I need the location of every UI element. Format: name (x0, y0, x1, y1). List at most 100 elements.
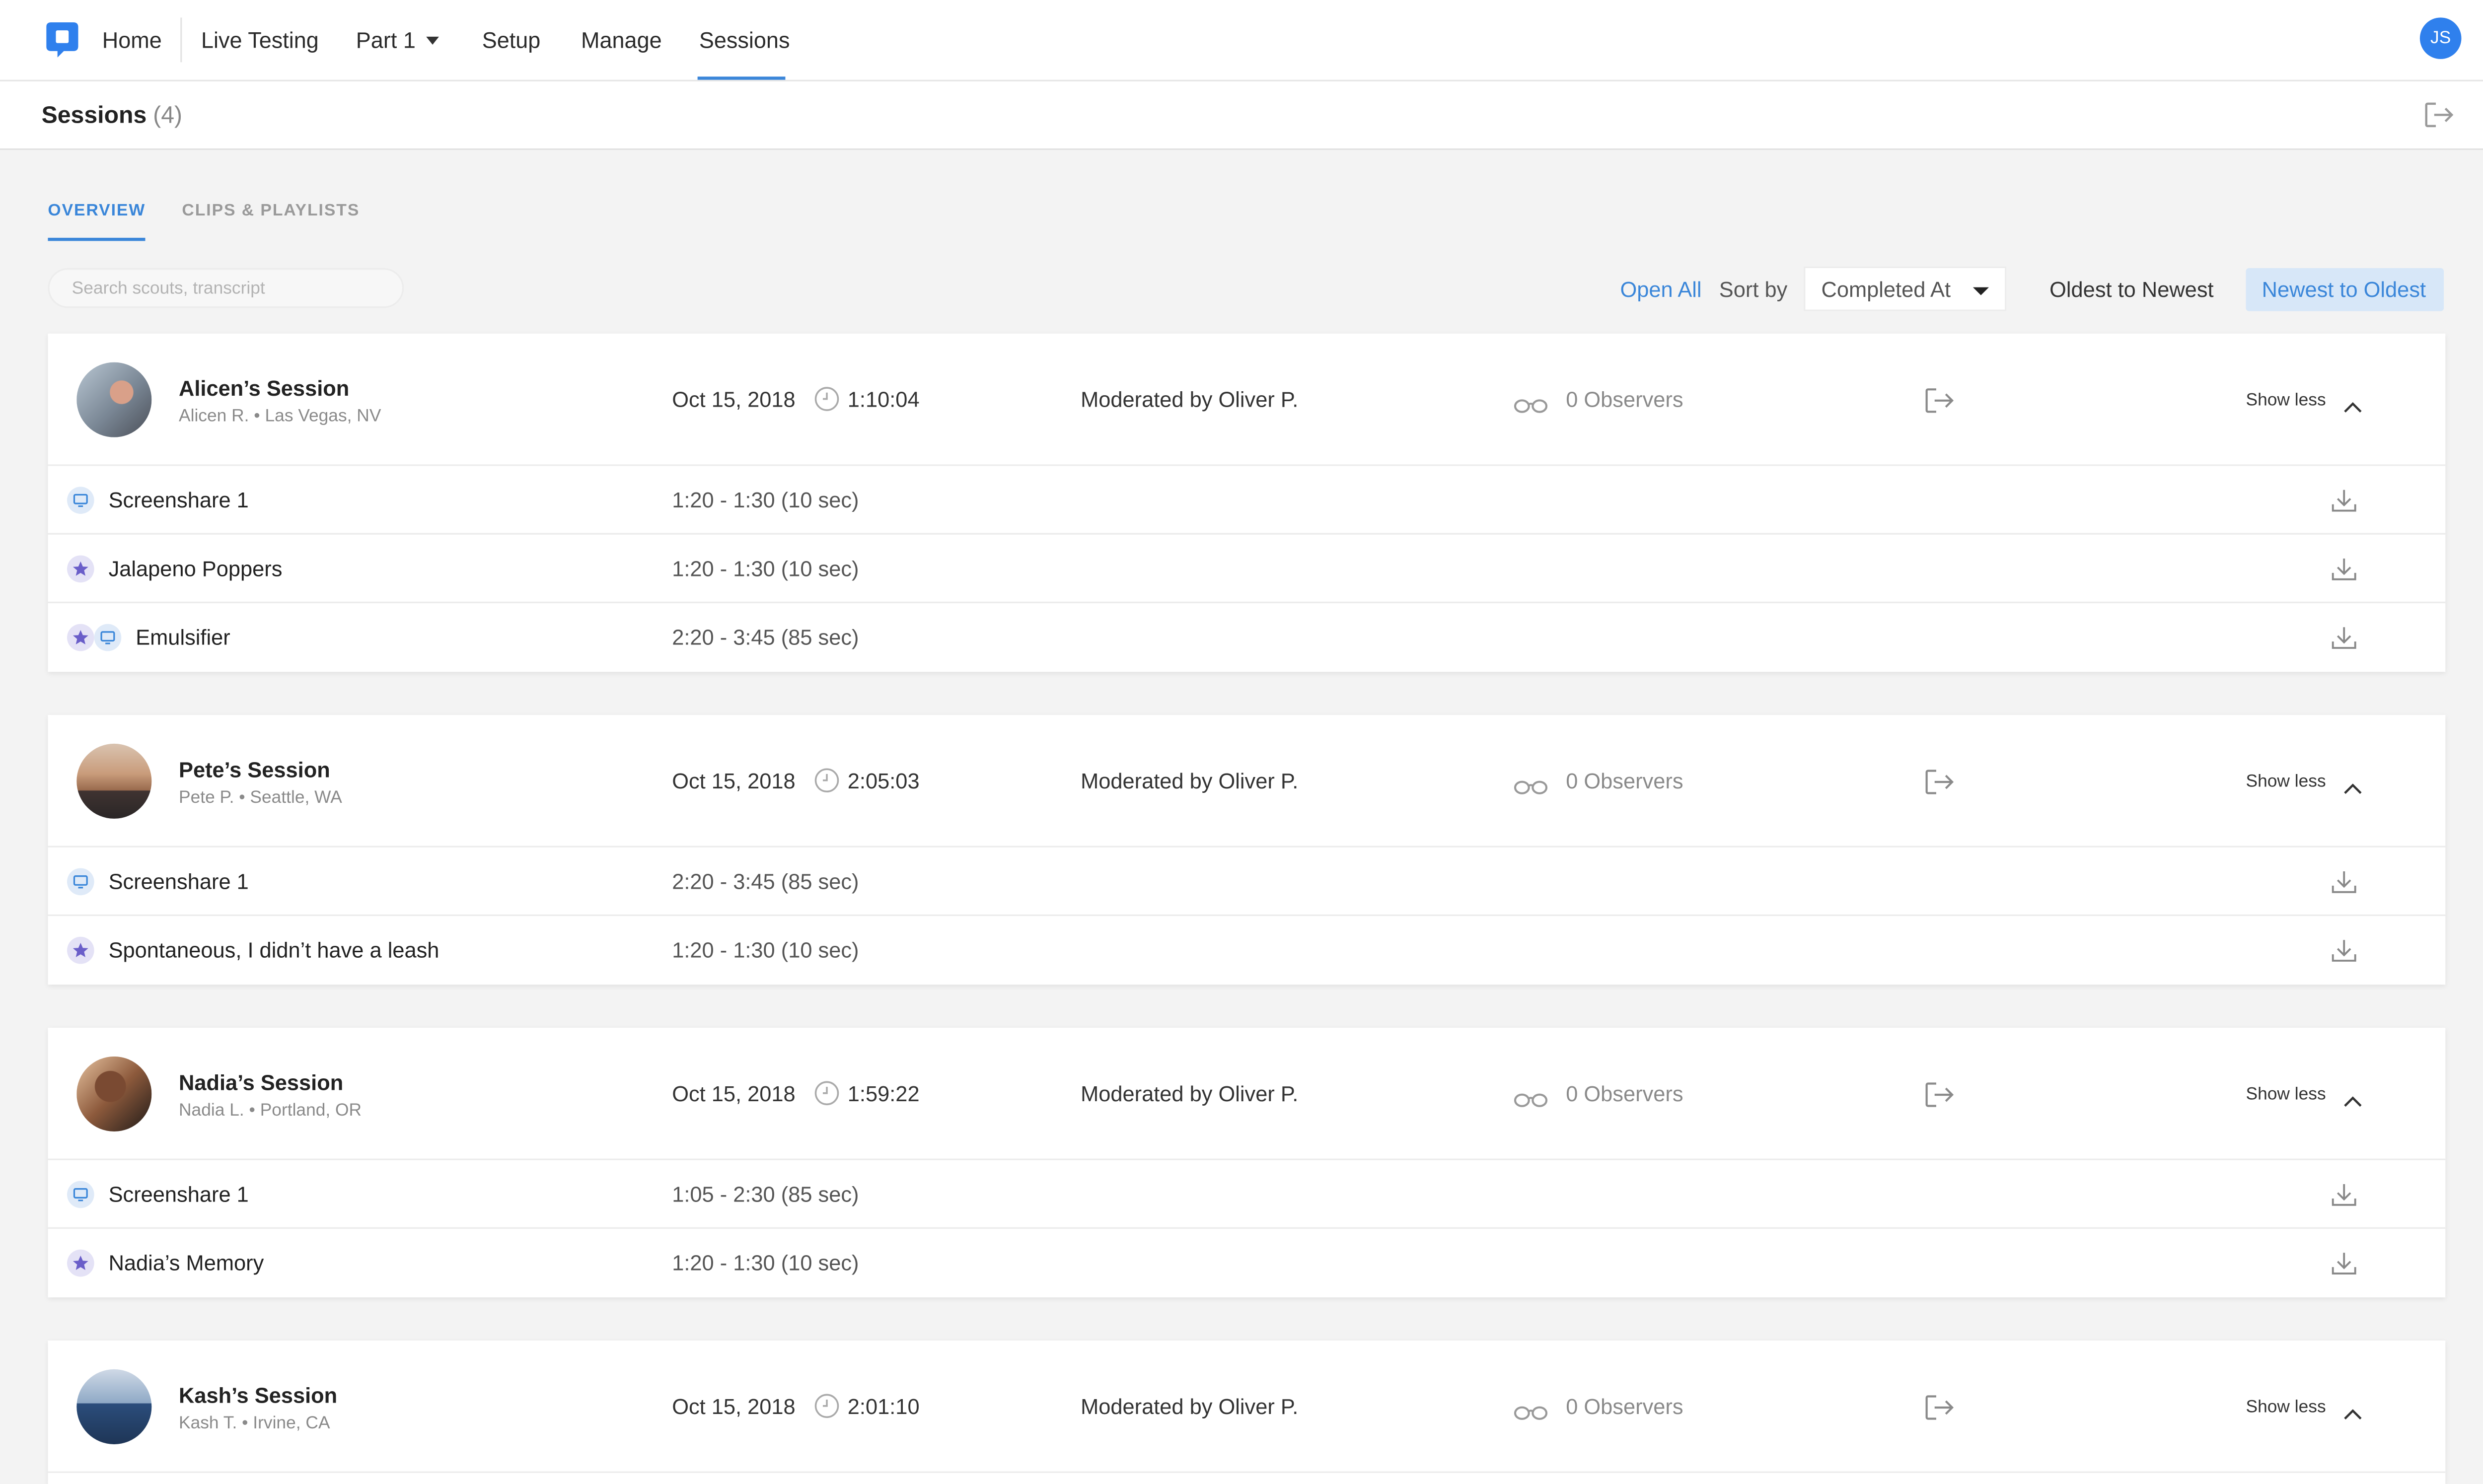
open-session-icon[interactable] (1923, 386, 1955, 423)
clip-name[interactable]: Emulsifier (136, 626, 230, 649)
session-avatar (76, 743, 152, 819)
clip-range: 1:05 - 2:30 (85 sec) (672, 1182, 859, 1207)
session-header[interactable]: Alicen’s Session Alicen R. • Las Vegas, N… (48, 334, 2446, 466)
session-header[interactable]: Pete’s Session Pete P. • Seattle, WA Oct 1… (48, 715, 2446, 848)
sort-select[interactable]: Completed At (1804, 266, 2007, 311)
session-avatar (76, 1369, 152, 1444)
star-icon (67, 555, 94, 583)
open-session-icon[interactable] (1923, 1393, 1955, 1430)
clip-range: 2:20 - 3:45 (85 sec) (672, 626, 859, 650)
session-name[interactable]: Alicen’s Session (179, 377, 349, 401)
session-participant: Pete P. • Seattle, WA (179, 788, 342, 808)
session-name[interactable]: Pete’s Session (179, 758, 330, 782)
newest-to-oldest-button[interactable]: Newest to Oldest (2246, 268, 2444, 311)
chevron-up-icon[interactable] (2343, 1400, 2363, 1428)
nav-part-label: Part 1 (356, 27, 416, 53)
tab-overview[interactable]: OVERVIEW (48, 201, 146, 220)
open-session-icon[interactable] (1923, 768, 1955, 804)
session-moderator: Moderated by Oliver P. (1081, 388, 1299, 412)
clip-row[interactable]: Jalapeno Poppers 1:20 - 1:30 (10 sec) (48, 535, 2446, 604)
tab-active-indicator (48, 237, 146, 241)
clip-row[interactable]: Screenshare 1 1:05 - 2:30 (85 sec) (48, 1160, 2446, 1229)
session-observers: 0 Observers (1566, 388, 1683, 412)
nav-manage[interactable]: Manage (581, 27, 662, 53)
clip-row[interactable]: Screenshare 1 2:20 - 3:45 (85 sec) (48, 848, 2446, 917)
clip-name[interactable]: Screenshare 1 (109, 489, 249, 512)
clip-row[interactable]: Spontaneous, I didn’t have a leash 1:20 -… (48, 916, 2445, 985)
session-header[interactable]: Kash’s Session Kash T. • Irvine, CA Oct 15… (48, 1341, 2446, 1473)
oldest-to-newest-button[interactable]: Oldest to Newest (2034, 268, 2230, 311)
show-less-toggle[interactable]: Show less (2246, 391, 2326, 411)
session-date: Oct 15, 2018 (672, 388, 796, 412)
clip-range: 1:20 - 1:30 (10 sec) (672, 1251, 859, 1275)
nav-active-indicator (697, 76, 786, 80)
session-participant: Nadia L. • Portland, OR (179, 1101, 362, 1121)
open-all-link[interactable]: Open All (1620, 278, 1702, 301)
session-observers: 0 Observers (1566, 769, 1683, 793)
nav-sessions[interactable]: Sessions (699, 27, 790, 53)
nav-setup[interactable]: Setup (482, 27, 541, 53)
chevron-up-icon[interactable] (2343, 1087, 2363, 1116)
show-less-toggle[interactable]: Show less (2246, 1085, 2326, 1105)
exit-icon[interactable] (2423, 101, 2455, 130)
show-less-toggle[interactable]: Show less (2246, 1398, 2326, 1417)
app-logo-icon[interactable] (46, 22, 78, 58)
session-duration: 2:05:03 (847, 769, 920, 793)
download-icon[interactable] (2331, 868, 2358, 904)
download-icon[interactable] (2331, 1181, 2358, 1216)
show-less-toggle[interactable]: Show less (2246, 773, 2326, 792)
clip-row[interactable]: Emulsifier 2:20 - 3:45 (85 sec) (48, 603, 2445, 672)
star-icon (67, 1249, 94, 1277)
page-title-text: Sessions (41, 102, 147, 130)
session-duration: 1:10:04 (847, 388, 920, 412)
clock-icon (814, 1393, 839, 1427)
nav-home[interactable]: Home (102, 27, 162, 53)
session-name[interactable]: Kash’s Session (179, 1384, 337, 1408)
clock-icon (814, 1080, 839, 1114)
download-icon[interactable] (2331, 1250, 2358, 1285)
clock-icon (814, 386, 839, 420)
download-icon[interactable] (2331, 487, 2358, 522)
session-card: Nadia’s Session Nadia L. • Portland, OR Oc… (48, 1028, 2446, 1298)
glasses-icon (1513, 393, 1548, 422)
clip-name[interactable]: Screenshare 1 (109, 1183, 249, 1206)
clip-name[interactable]: Screenshare 1 (109, 870, 249, 894)
search-input[interactable] (48, 268, 404, 308)
screenshare-icon (94, 624, 122, 651)
clip-row[interactable]: Nadia’s Memory 1:20 - 1:30 (10 sec) (48, 1229, 2445, 1297)
star-icon (67, 624, 94, 651)
session-participant: Alicen R. • Las Vegas, NV (179, 407, 381, 426)
session-header[interactable]: Nadia’s Session Nadia L. • Portland, OR Oc… (48, 1028, 2446, 1160)
tab-clips-playlists[interactable]: CLIPS & PLAYLISTS (182, 201, 360, 220)
clip-name[interactable]: Jalapeno Poppers (109, 557, 283, 581)
clip-name[interactable]: Spontaneous, I didn’t have a leash (109, 938, 439, 962)
user-avatar[interactable]: JS (2419, 17, 2462, 59)
session-name[interactable]: Nadia’s Session (179, 1071, 343, 1095)
chevron-up-icon[interactable] (2343, 393, 2363, 422)
download-icon[interactable] (2331, 624, 2358, 659)
screenshare-icon (67, 868, 94, 896)
clock-icon (814, 768, 839, 801)
open-session-icon[interactable] (1923, 1080, 1955, 1117)
session-moderator: Moderated by Oliver P. (1081, 769, 1299, 793)
nav-live-testing[interactable]: Live Testing (201, 27, 319, 53)
session-date: Oct 15, 2018 (672, 1082, 796, 1106)
download-icon[interactable] (2331, 937, 2358, 972)
clip-name[interactable]: Nadia’s Memory (109, 1251, 264, 1275)
session-card: Kash’s Session Kash T. • Irvine, CA Oct 15… (48, 1341, 2446, 1484)
page-title: Sessions (4) (42, 102, 183, 130)
clip-range: 2:20 - 3:45 (85 sec) (672, 869, 859, 894)
caret-down-icon (427, 36, 440, 45)
sort-by-label: Sort by (1719, 278, 1788, 302)
clip-range: 1:20 - 1:30 (10 sec) (672, 557, 859, 581)
glasses-icon (1513, 1400, 1548, 1428)
session-duration: 2:01:10 (847, 1395, 920, 1419)
clip-row[interactable]: Screenshare 1 1:20 - 1:30 (10 sec) (48, 466, 2446, 535)
chevron-up-icon[interactable] (2343, 774, 2363, 803)
download-icon[interactable] (2331, 556, 2358, 591)
screenshare-icon (67, 487, 94, 514)
nav-part-dropdown[interactable]: Part 1 (356, 27, 440, 53)
session-card: Pete’s Session Pete P. • Seattle, WA Oct 1… (48, 715, 2446, 985)
nav-divider (180, 17, 182, 63)
screenshare-icon (67, 1181, 94, 1208)
